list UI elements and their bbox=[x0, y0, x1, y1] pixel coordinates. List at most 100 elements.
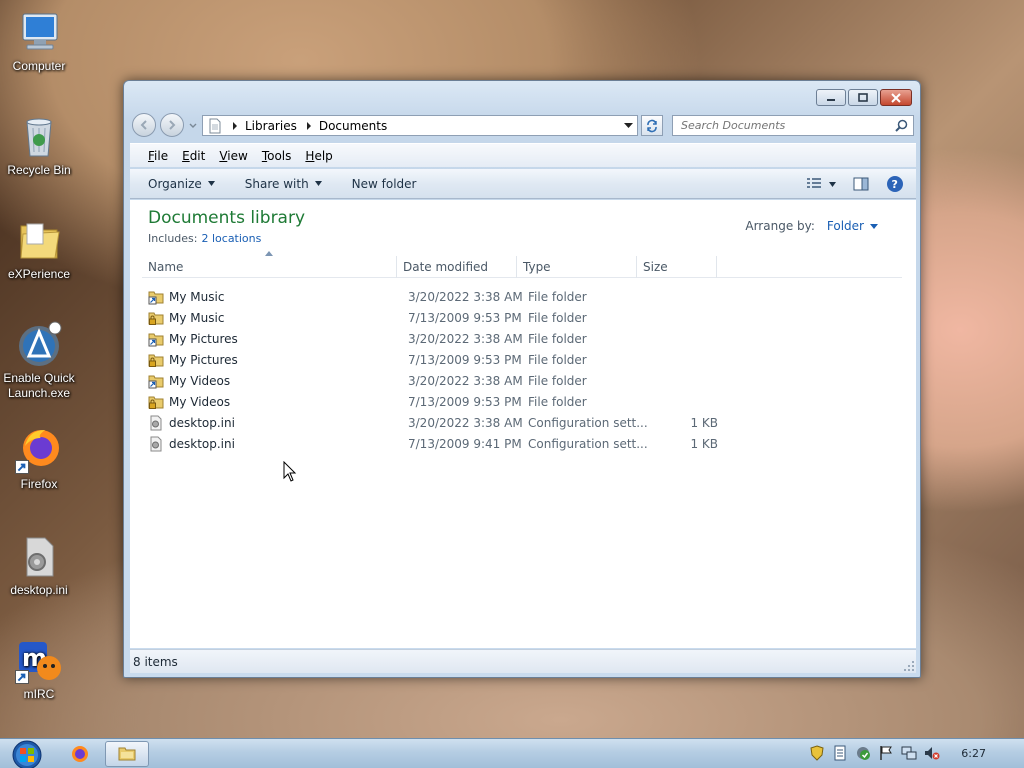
file-row[interactable]: desktop.ini 3/20/2022 3:38 AM Configurat… bbox=[142, 412, 902, 433]
menu-edit[interactable]: Edit bbox=[182, 149, 205, 163]
file-date: 3/20/2022 3:38 AM bbox=[408, 289, 523, 304]
document-icon[interactable] bbox=[832, 745, 848, 761]
column-header-date[interactable]: Date modified bbox=[397, 256, 517, 278]
new-folder-button[interactable]: New folder bbox=[352, 177, 417, 191]
search-input[interactable] bbox=[681, 119, 881, 132]
file-name: desktop.ini bbox=[169, 415, 235, 430]
breadcrumb-libraries[interactable]: Libraries bbox=[245, 119, 297, 133]
clock[interactable]: 6:27 bbox=[961, 747, 986, 760]
arrange-by-label: Arrange by: bbox=[745, 219, 815, 233]
file-type: File folder bbox=[528, 352, 587, 367]
locations-link[interactable]: 2 locations bbox=[201, 232, 261, 245]
security-shield-icon[interactable] bbox=[809, 745, 825, 761]
maximize-icon bbox=[858, 92, 868, 102]
file-row[interactable]: My Music 7/13/2009 9:53 PM File folder bbox=[142, 307, 902, 328]
column-size-label: Size bbox=[643, 260, 668, 274]
file-type: File folder bbox=[528, 373, 587, 388]
desktop-icon-computer[interactable]: Computer bbox=[0, 8, 78, 74]
address-bar[interactable]: Libraries Documents bbox=[202, 115, 638, 136]
desktop-icon-firefox[interactable]: Firefox bbox=[0, 426, 78, 492]
mouse-cursor-icon bbox=[283, 461, 297, 482]
file-view: Documents library Includes: 2 locations A… bbox=[130, 200, 916, 648]
taskbar-explorer-button[interactable] bbox=[105, 741, 149, 767]
back-button[interactable] bbox=[132, 113, 156, 137]
column-date-label: Date modified bbox=[403, 260, 489, 274]
column-header-size[interactable]: Size bbox=[637, 256, 717, 278]
help-icon[interactable]: ? bbox=[886, 175, 904, 193]
share-with-button[interactable]: Share with bbox=[245, 177, 322, 191]
action-center-flag-icon[interactable] bbox=[878, 745, 894, 761]
column-header-type[interactable]: Type bbox=[517, 256, 637, 278]
file-row[interactable]: desktop.ini 7/13/2009 9:41 PM Configurat… bbox=[142, 433, 902, 454]
system-tray bbox=[809, 745, 940, 761]
menu-bar: File Edit View Tools Help bbox=[130, 143, 916, 167]
computer-icon bbox=[15, 8, 63, 56]
includes-label: Includes: bbox=[148, 232, 198, 245]
menu-file[interactable]: File bbox=[148, 149, 168, 163]
shortcut-folder-icon bbox=[148, 375, 164, 388]
recycle-bin-icon bbox=[15, 112, 63, 160]
close-icon bbox=[891, 92, 901, 103]
file-type: File folder bbox=[528, 331, 587, 346]
file-name: My Music bbox=[169, 289, 225, 304]
file-type: File folder bbox=[528, 310, 587, 325]
maximize-button[interactable] bbox=[848, 89, 878, 106]
forward-button[interactable] bbox=[160, 113, 184, 137]
svg-text:?: ? bbox=[892, 178, 898, 191]
taskbar-firefox-button[interactable] bbox=[58, 741, 102, 767]
desktop-icon-label: mIRC bbox=[23, 687, 55, 701]
organize-label: Organize bbox=[148, 176, 202, 191]
breadcrumb-separator-icon bbox=[233, 121, 237, 130]
details-view-icon bbox=[807, 178, 821, 188]
column-type-label: Type bbox=[523, 260, 551, 274]
organize-button[interactable]: Organize bbox=[148, 177, 215, 191]
desktop-icon-label: Computer bbox=[12, 59, 66, 73]
file-row[interactable]: My Music 3/20/2022 3:38 AM File folder bbox=[142, 286, 902, 307]
menu-view[interactable]: View bbox=[219, 149, 247, 163]
back-arrow-icon bbox=[140, 120, 147, 130]
desktop-icon-experience[interactable]: eXPerience bbox=[0, 216, 78, 282]
network-icon[interactable] bbox=[901, 745, 917, 761]
desktop-icon-label: Recycle Bin bbox=[7, 163, 71, 177]
minimize-icon bbox=[827, 98, 835, 101]
file-size: 1 KB bbox=[690, 415, 718, 430]
file-row[interactable]: My Videos 7/13/2009 9:53 PM File folder bbox=[142, 391, 902, 412]
menu-help[interactable]: Help bbox=[305, 149, 332, 163]
locked-folder-icon bbox=[148, 354, 164, 367]
desktop-icon-desktop-ini[interactable]: desktop.ini bbox=[0, 532, 78, 598]
search-box[interactable] bbox=[672, 115, 914, 136]
column-header-name[interactable]: Name bbox=[142, 256, 397, 278]
firefox-icon bbox=[72, 746, 88, 762]
refresh-button[interactable] bbox=[641, 115, 663, 136]
file-date: 7/13/2009 9:53 PM bbox=[408, 352, 522, 367]
minimize-button[interactable] bbox=[816, 89, 846, 106]
close-button[interactable] bbox=[880, 89, 912, 106]
desktop-icon-mirc[interactable]: m mIRC bbox=[0, 636, 78, 702]
file-row[interactable]: My Videos 3/20/2022 3:38 AM File folder bbox=[142, 370, 902, 391]
desktop-icon-label: eXPerience bbox=[7, 267, 71, 281]
arrange-by-dropdown[interactable]: Folder bbox=[827, 219, 878, 233]
settings-file-icon bbox=[150, 436, 162, 451]
volume-muted-icon[interactable] bbox=[924, 745, 940, 761]
update-check-icon[interactable] bbox=[855, 745, 871, 761]
recent-pages-chevron-icon[interactable] bbox=[188, 120, 198, 130]
resize-grip-icon[interactable] bbox=[904, 661, 914, 671]
menu-tools[interactable]: Tools bbox=[262, 149, 292, 163]
file-row[interactable]: My Pictures 3/20/2022 3:38 AM File folde… bbox=[142, 328, 902, 349]
start-button[interactable] bbox=[8, 740, 46, 768]
shortcut-arrow-icon bbox=[15, 670, 29, 684]
chevron-down-icon bbox=[314, 181, 322, 186]
breadcrumb-documents[interactable]: Documents bbox=[319, 119, 387, 133]
locked-folder-icon bbox=[148, 396, 164, 409]
desktop-icon-label: Enable Quick Launch.exe bbox=[3, 371, 75, 400]
preview-pane-icon[interactable] bbox=[852, 175, 870, 193]
file-type: File folder bbox=[528, 289, 587, 304]
file-row[interactable]: My Pictures 7/13/2009 9:53 PM File folde… bbox=[142, 349, 902, 370]
address-dropdown-icon[interactable] bbox=[624, 122, 633, 129]
folder-icon bbox=[15, 216, 63, 264]
search-icon[interactable] bbox=[895, 119, 908, 132]
file-type: File folder bbox=[528, 394, 587, 409]
desktop-icon-enable-quick-launch[interactable]: Enable Quick Launch.exe bbox=[0, 320, 78, 401]
desktop-icon-recycle-bin[interactable]: Recycle Bin bbox=[0, 112, 78, 178]
change-view-button[interactable] bbox=[805, 175, 836, 193]
